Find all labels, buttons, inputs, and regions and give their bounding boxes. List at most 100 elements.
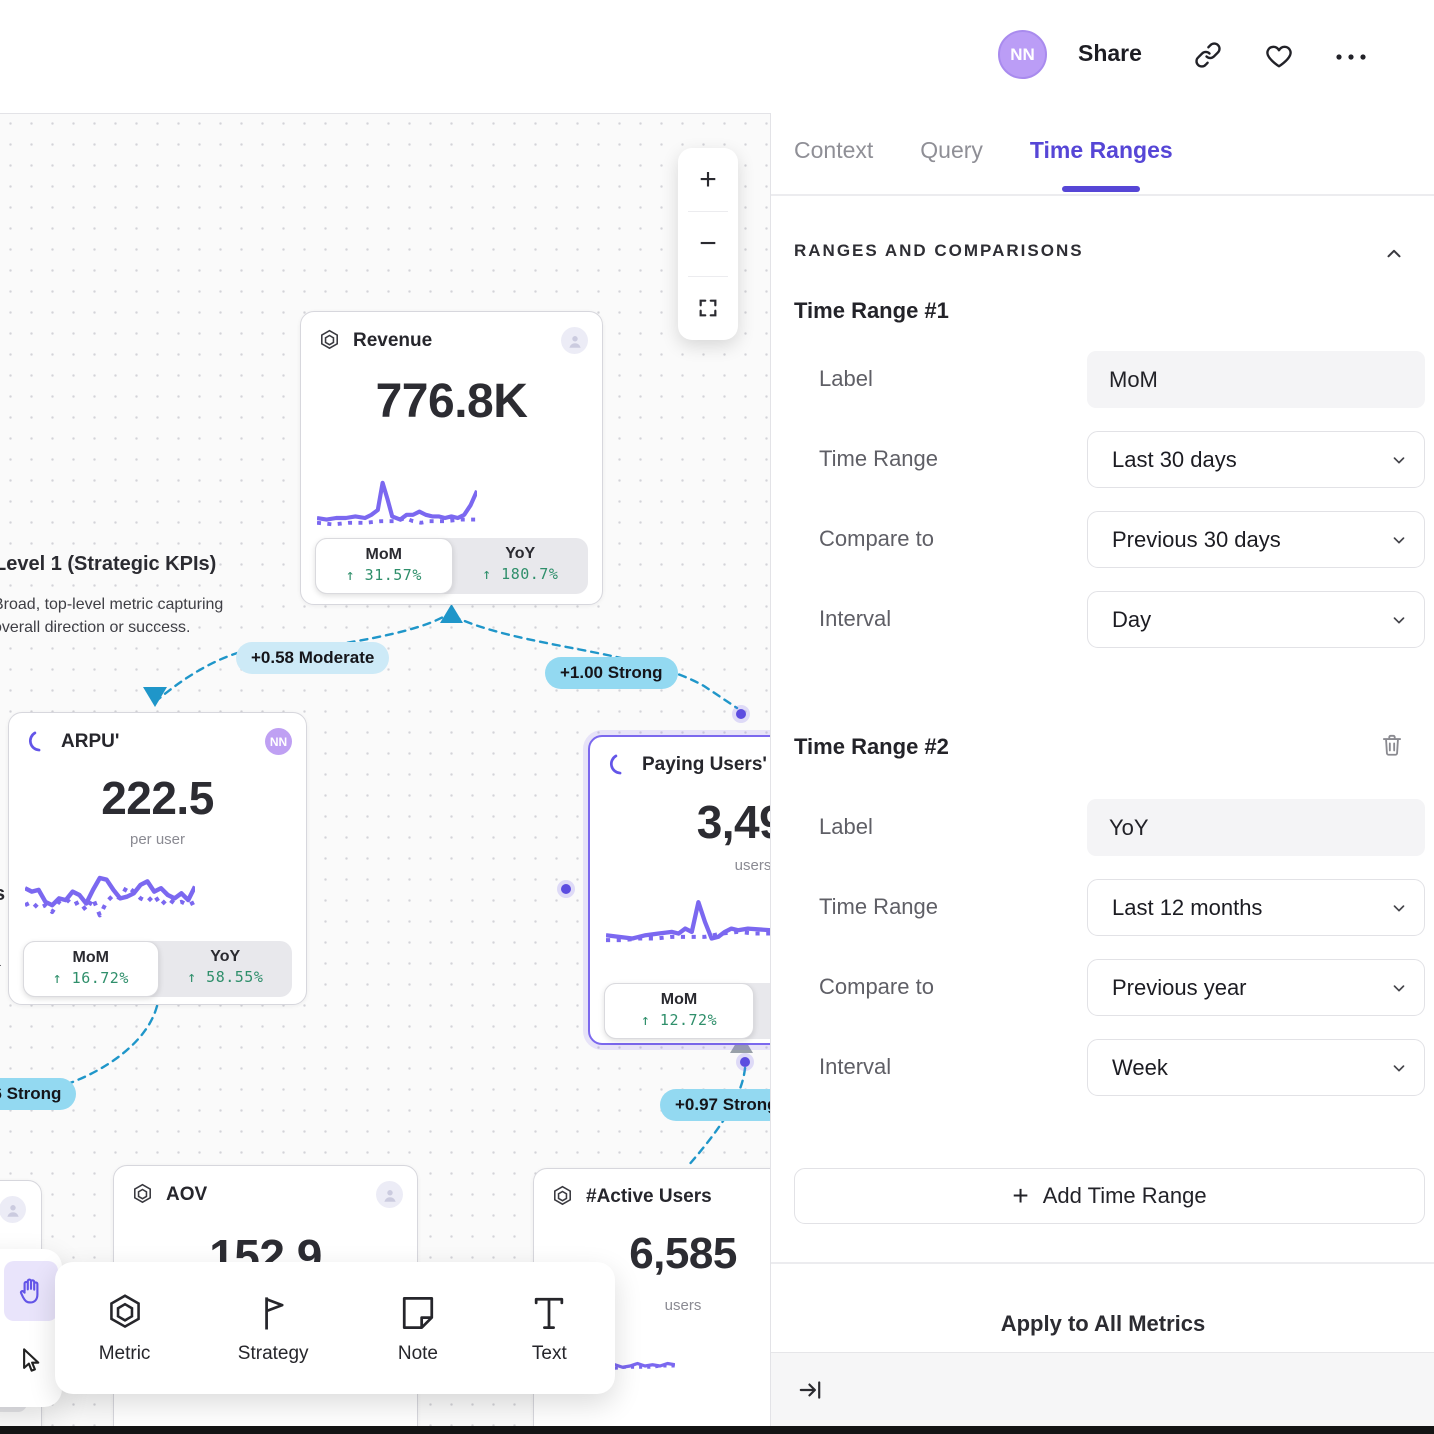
favorite-button[interactable] bbox=[1263, 41, 1295, 76]
toggle-mom[interactable]: MoM ↑ 16.72% bbox=[23, 941, 159, 997]
field-label: Time Range bbox=[819, 446, 938, 472]
tab-time-ranges[interactable]: Time Ranges bbox=[1030, 137, 1173, 192]
add-text-button[interactable]: Text bbox=[527, 1291, 571, 1365]
owner-avatar-nn[interactable]: NN bbox=[265, 728, 292, 755]
chevron-down-icon bbox=[1390, 899, 1408, 917]
more-options-button[interactable] bbox=[1334, 50, 1368, 68]
connector-handle bbox=[561, 884, 571, 894]
settings-panel: Context Query Time Ranges RANGES AND COM… bbox=[770, 0, 1434, 1434]
clipped-text-fragment: s bbox=[0, 883, 5, 906]
zoom-in-button[interactable]: + bbox=[678, 148, 738, 211]
correlation-label[interactable]: +0.58 Moderate bbox=[236, 642, 389, 674]
note-line-2: overall direction or success. bbox=[0, 619, 190, 636]
flag-icon bbox=[251, 1291, 295, 1335]
field-label: Interval bbox=[819, 1054, 891, 1080]
metric-card-revenue[interactable]: Revenue 776.8K MoM ↑ 31.57% YoY ↑ 180.7% bbox=[300, 311, 603, 605]
label-input[interactable]: MoM bbox=[1087, 351, 1425, 408]
plus-icon: + bbox=[1012, 1182, 1028, 1210]
add-metric-button[interactable]: Metric bbox=[99, 1291, 151, 1365]
connector-handle bbox=[740, 1057, 750, 1067]
heart-icon bbox=[1263, 41, 1295, 71]
label-input[interactable]: YoY bbox=[1087, 799, 1425, 856]
toggle-mom[interactable]: MoM ↑ 12.72% bbox=[604, 983, 754, 1039]
fullscreen-icon bbox=[697, 297, 719, 319]
share-button[interactable]: Share bbox=[1078, 40, 1142, 67]
metric-value: 776.8K bbox=[301, 374, 602, 429]
user-avatar[interactable]: NN bbox=[998, 30, 1047, 79]
correlation-label[interactable]: +1.00 Strong bbox=[545, 657, 678, 689]
mom-change: ↑ 16.72% bbox=[24, 969, 158, 987]
chevron-down-icon bbox=[1390, 611, 1408, 629]
time-range-2-title: Time Range #2 bbox=[794, 734, 949, 760]
note-line-1: Broad, top-level metric capturing bbox=[0, 596, 223, 613]
loading-arc-icon bbox=[606, 752, 631, 777]
delete-time-range-button[interactable] bbox=[1379, 731, 1405, 764]
time-range-select[interactable]: Last 30 days bbox=[1087, 431, 1425, 488]
correlation-label[interactable]: 66 Strong bbox=[0, 1078, 76, 1110]
collapse-section-button[interactable] bbox=[1383, 243, 1405, 270]
add-strategy-button[interactable]: Strategy bbox=[238, 1291, 309, 1365]
card-title: ARPU' bbox=[61, 731, 254, 753]
level-note-description: Broad, top-level metric capturing overal… bbox=[0, 593, 223, 639]
copy-link-button[interactable] bbox=[1193, 40, 1223, 75]
loading-arc-icon bbox=[25, 729, 50, 754]
compare-to-select[interactable]: Previous year bbox=[1087, 959, 1425, 1016]
sparkline-chart bbox=[25, 861, 195, 929]
owner-avatar[interactable] bbox=[0, 1196, 26, 1223]
interval-select[interactable]: Day bbox=[1087, 591, 1425, 648]
divider bbox=[771, 1262, 1434, 1264]
compare-to-select[interactable]: Previous 30 days bbox=[1087, 511, 1425, 568]
tab-query[interactable]: Query bbox=[920, 137, 983, 192]
field-label: Interval bbox=[819, 606, 891, 632]
canvas-node-toolbar: Metric Strategy Note Text bbox=[55, 1262, 615, 1394]
link-icon bbox=[1193, 40, 1223, 70]
toggle-yoy[interactable]: YoY ↑ 58.55% bbox=[159, 941, 293, 997]
tabs-divider bbox=[771, 194, 1434, 196]
metric-hexagon-icon bbox=[317, 328, 342, 353]
zoom-controls: + − bbox=[678, 148, 738, 340]
time-range-select[interactable]: Last 12 months bbox=[1087, 879, 1425, 936]
arrow-to-bar-icon bbox=[797, 1377, 823, 1403]
add-note-button[interactable]: Note bbox=[396, 1291, 440, 1365]
field-label: Compare to bbox=[819, 974, 934, 1000]
collapse-panel-button[interactable] bbox=[797, 1377, 823, 1408]
metric-hexagon-icon bbox=[130, 1182, 155, 1207]
apply-to-all-metrics-button[interactable]: Apply to All Metrics bbox=[771, 1311, 1434, 1337]
field-label: Time Range bbox=[819, 894, 938, 920]
canvas-tool-panel bbox=[0, 1249, 62, 1407]
card-title: AOV bbox=[166, 1184, 365, 1206]
metric-card-arpu[interactable]: ARPU' NN 222.5 per user MoM ↑ 16.72% YoY… bbox=[8, 712, 307, 1005]
hand-tool-button[interactable] bbox=[4, 1261, 58, 1321]
panel-footer bbox=[771, 1352, 1434, 1428]
field-label: Label bbox=[819, 814, 873, 840]
select-tool-button[interactable] bbox=[4, 1329, 58, 1391]
owner-avatar[interactable] bbox=[376, 1181, 403, 1208]
cursor-icon bbox=[16, 1345, 46, 1375]
connector-handle bbox=[732, 705, 750, 723]
trash-icon bbox=[1379, 731, 1405, 759]
chevron-down-icon bbox=[1390, 1059, 1408, 1077]
connector-handle bbox=[736, 709, 746, 719]
tab-context[interactable]: Context bbox=[794, 137, 873, 192]
mom-change: ↑ 31.57% bbox=[316, 566, 452, 584]
zoom-out-button[interactable]: − bbox=[678, 212, 738, 275]
level-note-title: Level 1 (Strategic KPIs) bbox=[0, 553, 216, 576]
toggle-yoy[interactable]: YoY ↑ 180.7% bbox=[453, 538, 589, 594]
clipped-text-fragment: a bbox=[0, 953, 1, 971]
interval-select[interactable]: Week bbox=[1087, 1039, 1425, 1096]
fullscreen-button[interactable] bbox=[678, 277, 738, 340]
time-range-toggle: MoM ↑ 16.72% YoY ↑ 58.55% bbox=[23, 941, 292, 997]
metric-tree-canvas[interactable]: Level 1 (Strategic KPIs) Broad, top-leve… bbox=[0, 113, 770, 1434]
metric-value: 222.5 bbox=[9, 771, 306, 825]
yoy-change: ↑ 180.7% bbox=[453, 565, 589, 583]
yoy-change: ↑ 58.55% bbox=[159, 968, 293, 986]
top-bar: NN Share bbox=[0, 0, 1434, 113]
owner-avatar[interactable] bbox=[561, 327, 588, 354]
add-time-range-button[interactable]: + Add Time Range bbox=[794, 1168, 1425, 1224]
field-label: Label bbox=[819, 366, 873, 392]
toggle-mom[interactable]: MoM ↑ 31.57% bbox=[315, 538, 453, 594]
active-tab-underline bbox=[1062, 186, 1140, 192]
sparkline-chart bbox=[317, 470, 477, 534]
section-header: RANGES AND COMPARISONS bbox=[794, 241, 1084, 261]
field-label: Compare to bbox=[819, 526, 934, 552]
